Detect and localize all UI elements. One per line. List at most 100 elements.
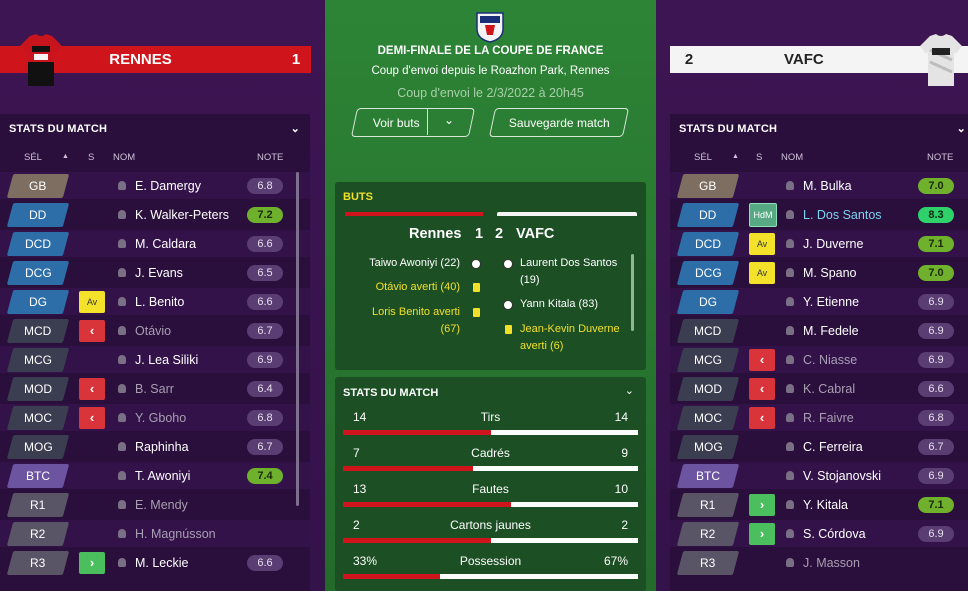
position-chip[interactable]: DG — [676, 289, 740, 314]
position-chip[interactable]: DD — [6, 202, 70, 227]
player-name[interactable]: E. Damergy — [118, 179, 201, 193]
player-name[interactable]: H. Magnússon — [118, 527, 216, 541]
chevron-down-icon[interactable]: ⌄ — [291, 122, 300, 135]
position-chip[interactable]: MOD — [6, 376, 70, 401]
col-nom[interactable]: NOM — [781, 152, 803, 163]
player-name[interactable]: V. Stojanovski — [786, 469, 881, 483]
player-name[interactable]: L. Dos Santos — [786, 208, 882, 222]
player-row[interactable]: R1 › Y. Kitala 7.1 — [670, 491, 968, 518]
col-s[interactable]: S — [756, 152, 762, 163]
player-row[interactable]: DD K. Walker-Peters 7.2 — [0, 201, 310, 228]
player-row[interactable]: DCG Av M. Spano 7.0 — [670, 259, 968, 286]
player-name[interactable]: K. Cabral — [786, 382, 855, 396]
position-chip[interactable]: R1 — [676, 492, 740, 517]
player-name[interactable]: J. Masson — [786, 556, 860, 570]
sort-up-icon[interactable]: ▲ — [732, 153, 739, 160]
player-row[interactable]: R3 › M. Leckie 6.6 — [0, 549, 310, 576]
position-chip[interactable]: MOG — [676, 434, 740, 459]
player-row[interactable]: GB M. Bulka 7.0 — [670, 172, 968, 199]
player-name[interactable]: C. Niasse — [786, 353, 857, 367]
position-chip[interactable]: R1 — [6, 492, 70, 517]
player-row[interactable]: R2 › S. Córdova 6.9 — [670, 520, 968, 547]
position-chip[interactable]: R3 — [676, 550, 740, 575]
player-name[interactable]: B. Sarr — [118, 382, 174, 396]
player-row[interactable]: MCG ‹ C. Niasse 6.9 — [670, 346, 968, 373]
position-chip[interactable]: MCG — [676, 347, 740, 372]
col-sel[interactable]: SÉL — [694, 152, 712, 163]
player-row[interactable]: BTC T. Awoniyi 7.4 — [0, 462, 310, 489]
player-name[interactable]: M. Bulka — [786, 179, 852, 193]
scrollbar[interactable] — [631, 254, 634, 331]
position-chip[interactable]: MOG — [6, 434, 70, 459]
player-row[interactable]: DCD M. Caldara 6.6 — [0, 230, 310, 257]
position-chip[interactable]: MCD — [676, 318, 740, 343]
col-s[interactable]: S — [88, 152, 94, 163]
position-chip[interactable]: DD — [676, 202, 740, 227]
player-row[interactable]: DD HdM L. Dos Santos 8.3 — [670, 201, 968, 228]
player-name[interactable]: C. Ferreira — [786, 440, 863, 454]
player-row[interactable]: BTC V. Stojanovski 6.9 — [670, 462, 968, 489]
position-chip[interactable]: MCD — [6, 318, 70, 343]
position-chip[interactable]: BTC — [676, 463, 740, 488]
player-row[interactable]: MOC ‹ R. Faivre 6.8 — [670, 404, 968, 431]
col-nom[interactable]: NOM — [113, 152, 135, 163]
player-row[interactable]: MOG C. Ferreira 6.7 — [670, 433, 968, 460]
position-chip[interactable]: DCD — [676, 231, 740, 256]
player-name[interactable]: M. Fedele — [786, 324, 859, 338]
player-row[interactable]: MOD ‹ B. Sarr 6.4 — [0, 375, 310, 402]
player-row[interactable]: GB E. Damergy 6.8 — [0, 172, 310, 199]
player-row[interactable]: R3 J. Masson — [670, 549, 968, 576]
position-chip[interactable]: BTC — [6, 463, 70, 488]
player-name[interactable]: Y. Etienne — [786, 295, 859, 309]
position-chip[interactable]: DCG — [6, 260, 70, 285]
position-chip[interactable]: MCG — [6, 347, 70, 372]
position-chip[interactable]: GB — [6, 173, 70, 198]
player-row[interactable]: DG Y. Etienne 6.9 — [670, 288, 968, 315]
player-name[interactable]: S. Córdova — [786, 527, 866, 541]
player-name[interactable]: J. Duverne — [786, 237, 863, 251]
player-row[interactable]: MOG Raphinha 6.7 — [0, 433, 310, 460]
player-name[interactable]: Y. Gboho — [118, 411, 186, 425]
chevron-down-icon[interactable]: ⌄ — [625, 384, 634, 397]
player-name[interactable]: Raphinha — [118, 440, 189, 454]
position-chip[interactable]: DCD — [6, 231, 70, 256]
chevron-down-icon[interactable]: ⌄ — [444, 113, 454, 127]
position-chip[interactable]: R3 — [6, 550, 70, 575]
player-name[interactable]: R. Faivre — [786, 411, 854, 425]
player-row[interactable]: R1 E. Mendy — [0, 491, 310, 518]
scrollbar[interactable] — [296, 172, 299, 506]
player-name[interactable]: Otávio — [118, 324, 171, 338]
position-chip[interactable]: DG — [6, 289, 70, 314]
position-chip[interactable]: MOC — [6, 405, 70, 430]
player-row[interactable]: DG Av L. Benito 6.6 — [0, 288, 310, 315]
player-row[interactable]: MCG J. Lea Siliki 6.9 — [0, 346, 310, 373]
position-chip[interactable]: MOD — [676, 376, 740, 401]
player-row[interactable]: DCD Av J. Duverne 7.1 — [670, 230, 968, 257]
player-name[interactable]: M. Caldara — [118, 237, 196, 251]
player-name[interactable]: E. Mendy — [118, 498, 188, 512]
player-name[interactable]: M. Spano — [786, 266, 857, 280]
player-row[interactable]: MOC ‹ Y. Gboho 6.8 — [0, 404, 310, 431]
player-name[interactable]: T. Awoniyi — [118, 469, 190, 483]
col-note[interactable]: NOTE — [257, 152, 283, 163]
position-chip[interactable]: R2 — [6, 521, 70, 546]
sort-up-icon[interactable]: ▲ — [62, 153, 69, 160]
player-row[interactable]: DCG J. Evans 6.5 — [0, 259, 310, 286]
player-row[interactable]: MOD ‹ K. Cabral 6.6 — [670, 375, 968, 402]
col-note[interactable]: NOTE — [927, 152, 953, 163]
player-row[interactable]: MCD ‹ Otávio 6.7 — [0, 317, 310, 344]
view-goals-button[interactable]: Voir buts — [350, 108, 476, 137]
col-sel[interactable]: SÉL — [24, 152, 42, 163]
player-name[interactable]: J. Evans — [118, 266, 183, 280]
chevron-down-icon[interactable]: ⌄ — [957, 122, 966, 135]
save-match-button[interactable]: Sauvegarde match — [488, 108, 630, 137]
player-name[interactable]: J. Lea Siliki — [118, 353, 198, 367]
position-chip[interactable]: R2 — [676, 521, 740, 546]
player-row[interactable]: MCD M. Fedele 6.9 — [670, 317, 968, 344]
player-name[interactable]: Y. Kitala — [786, 498, 848, 512]
position-chip[interactable]: GB — [676, 173, 740, 198]
player-name[interactable]: L. Benito — [118, 295, 184, 309]
position-chip[interactable]: DCG — [676, 260, 740, 285]
player-name[interactable]: K. Walker-Peters — [118, 208, 229, 222]
player-row[interactable]: R2 H. Magnússon — [0, 520, 310, 547]
